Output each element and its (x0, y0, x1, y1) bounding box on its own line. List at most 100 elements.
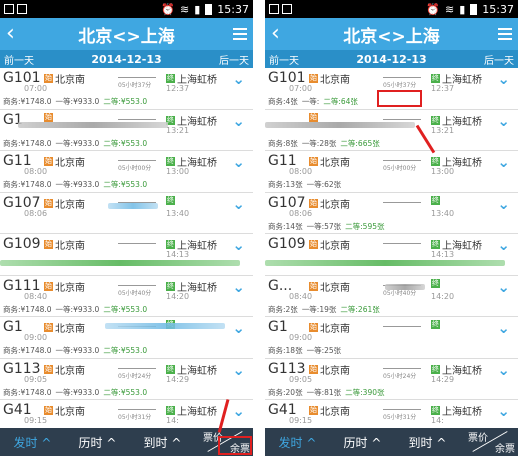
sort-arrive-button[interactable]: 到时 ^ (395, 434, 460, 451)
destination-name: 上海虹桥 (177, 407, 217, 418)
origin-name: 北京南 (320, 241, 350, 252)
prev-day-button[interactable]: 前一天 (269, 52, 299, 67)
train-number: G109 (3, 236, 41, 252)
train-row[interactable]: G1 始终上海虹桥 13:21 ⌄ 商务:¥1748.0 一等:¥933.0 二等:¥553… (0, 110, 253, 151)
seat-info: 商务:¥1748.0 一等:¥933.0 二等:¥553.0 (3, 179, 147, 190)
prev-day-button[interactable]: 前一天 (4, 52, 34, 67)
destination-station: 终 (431, 320, 442, 329)
duration: 05小时24分 (118, 372, 152, 380)
back-icon[interactable]: ‹ (271, 18, 291, 50)
divider (253, 0, 265, 456)
chevron-down-icon[interactable]: ⌄ (497, 278, 510, 296)
train-row[interactable]: G107 08:06 始北京南终 13:40 ⌄ (0, 193, 253, 234)
next-day-button[interactable]: 后一天 (484, 52, 514, 67)
chevron-down-icon[interactable]: ⌄ (232, 195, 245, 213)
chevron-down-icon[interactable]: ⌄ (232, 70, 245, 88)
next-day-button[interactable]: 后一天 (219, 52, 249, 67)
train-row[interactable]: G109 始北京南终上海虹桥 14:13 ⌄ (265, 234, 518, 276)
price-remain-toggle[interactable]: 票价 余票 (460, 428, 518, 456)
chevron-down-icon[interactable]: ⌄ (232, 319, 245, 337)
sort-depart-button[interactable]: 发时 ^ (265, 434, 330, 451)
sort-bar: 发时 ^ 历时 ^ 到时 ^ 票价 余票 (265, 428, 518, 456)
train-row[interactable]: G41 09:15 始北京南 05小时31分终上海虹桥 14: ⌄ (0, 400, 253, 428)
seat-class: 商务:¥1748.0 (3, 180, 52, 189)
chevron-down-icon[interactable]: ⌄ (232, 278, 245, 296)
duration: 05小时00分 (383, 165, 417, 172)
chevron-down-icon[interactable]: ⌄ (497, 153, 510, 171)
end-station-icon: 终 (166, 240, 175, 249)
page-title: 北京<>上海 (78, 26, 175, 47)
date-label[interactable]: 2014-12-13 (299, 53, 484, 66)
train-number: G109 (268, 236, 306, 252)
sort-depart-button[interactable]: 发时 ^ (0, 434, 65, 451)
train-row[interactable]: G113 09:05 始北京南 05小时24分终上海虹桥 14:29 ⌄ 商务:¥1748.… (0, 359, 253, 400)
chevron-down-icon[interactable]: ⌄ (232, 112, 245, 130)
sort-arrive-button[interactable]: 到时 ^ (130, 434, 195, 451)
chevron-down-icon[interactable]: ⌄ (497, 195, 510, 213)
scrolling-blur (385, 283, 425, 290)
right-screen: ⏰ ≋ ▮ 15:37 ‹ 北京<>上海 前一天 2014-12-13 后一天 … (265, 0, 518, 456)
menu-icon[interactable] (227, 28, 247, 40)
train-row[interactable]: G11 08:00 始北京南 05小时00分终上海虹桥 13:00 ⌄ 商务:¥1748.0… (0, 151, 253, 193)
left-screen: ⏰ ≋ ▮ 15:37 ‹ 北京<>上海 前一天 2014-12-13 后一天 … (0, 0, 253, 456)
seat-class: 一等:62张 (306, 180, 342, 189)
screenshot-notification-icon (282, 4, 292, 14)
seat-class: 一等: (301, 97, 320, 106)
chevron-down-icon[interactable]: ⌄ (232, 361, 245, 379)
chevron-down-icon[interactable]: ⌄ (232, 153, 245, 171)
scrolling-blur (105, 323, 225, 329)
date-label[interactable]: 2014-12-13 (34, 53, 219, 66)
end-station-icon: 终 (166, 281, 175, 291)
seat-info: 商务:14张 一等:57张 二等:595张 (268, 221, 385, 232)
sort-duration-button[interactable]: 历时 ^ (330, 434, 395, 451)
route-line (383, 405, 421, 410)
chevron-down-icon[interactable]: ⌄ (497, 402, 510, 420)
start-station-icon: 始 (44, 281, 53, 291)
chevron-down-icon[interactable]: ⌄ (232, 402, 245, 420)
chevron-down-icon[interactable]: ⌄ (497, 236, 510, 254)
scrolling-blur (0, 260, 240, 266)
origin-station: 始北京南 (309, 71, 350, 86)
train-row[interactable]: G1 09:00 始北京南终 ⌄ 商务:18张 一等:25张 (265, 317, 518, 359)
menu-icon[interactable] (492, 28, 512, 40)
seat-class: 二等:¥553.0 (103, 346, 148, 355)
duration: 05小时24分 (383, 372, 417, 380)
duration: 05小时40分 (118, 289, 152, 297)
train-row[interactable]: G... 08:40 始北京南 05小时40分终 14:20 ⌄ 商务:2张 一等:19张 二等… (265, 276, 518, 317)
arrival-time: 14:13 (431, 250, 455, 259)
start-station-icon: 始 (309, 198, 318, 208)
chevron-down-icon[interactable]: ⌄ (232, 236, 245, 254)
seat-class: 一等:81张 (306, 387, 342, 397)
train-row[interactable]: G11 08:00 始北京南 05小时00分终上海虹桥 13:00 ⌄ 商务:13张 一等:6… (265, 151, 518, 193)
scrolling-blur (108, 202, 158, 209)
train-row[interactable]: G41 09:15 始北京南 05小时31分终上海虹桥 14: ⌄ (265, 400, 518, 428)
chevron-down-icon[interactable]: ⌄ (497, 70, 510, 88)
seat-class: 二等:¥553.0 (103, 180, 148, 189)
train-row[interactable]: G109:00始北京南终⌄商务:¥1748.0一等:¥933.0二等:¥553.… (0, 317, 253, 359)
status-bar: ⏰ ≋ ▮ 15:37 (0, 0, 253, 18)
sort-duration-button[interactable]: 历时 ^ (65, 434, 130, 451)
seat-info: 商务:18张 一等:25张 (268, 345, 345, 356)
title-bar: ‹ 北京<>上海 (0, 18, 253, 50)
train-row[interactable]: G111 08:40 始北京南 05小时40分终上海虹桥 14:20 ⌄ 商务:¥1748.… (0, 276, 253, 317)
seat-class: 二等:¥553.0 (103, 304, 148, 314)
end-station-icon: 终 (431, 364, 440, 374)
seat-info: 商务:13张 一等:62张 (268, 179, 345, 190)
back-icon[interactable]: ‹ (6, 18, 26, 50)
chevron-down-icon[interactable]: ⌄ (497, 112, 510, 130)
origin-station: 始 (309, 112, 320, 122)
page-title: 北京<>上海 (343, 26, 440, 47)
train-row[interactable]: G113 09:05 始北京南 05小时24分终上海虹桥 14:29 ⌄ 商务:20张 一等:… (265, 359, 518, 400)
origin-name: 北京南 (320, 75, 350, 86)
chevron-down-icon[interactable]: ⌄ (497, 319, 510, 337)
train-row[interactable]: G109 始北京南终上海虹桥 14:13 ⌄ (0, 234, 253, 276)
train-row[interactable]: G101 07:00 始北京南 05小时37分终上海虹桥 12:37 ⌄ 商务:¥1748.… (0, 68, 253, 110)
clock: 15:37 (482, 2, 514, 16)
origin-name: 北京南 (320, 324, 350, 335)
origin-name: 北京南 (55, 75, 85, 86)
seat-class: 商务:¥1748.0 (3, 138, 52, 148)
duration: 05小时00分 (118, 165, 152, 172)
train-row[interactable]: 始终上海虹桥 13:21 ⌄ 商务:8张 一等:28张 二等:665张 (265, 110, 518, 151)
train-row[interactable]: G107 08:06 始北京南终 13:40 ⌄ 商务:14张 一等:57张 二等:595张 (265, 193, 518, 234)
chevron-down-icon[interactable]: ⌄ (497, 361, 510, 379)
